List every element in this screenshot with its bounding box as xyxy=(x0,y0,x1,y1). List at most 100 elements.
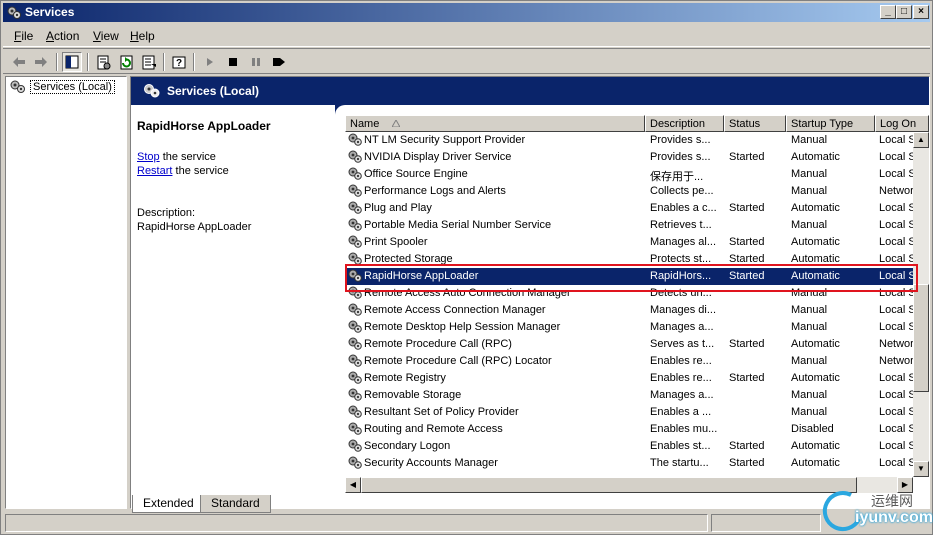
description-label: Description: xyxy=(137,207,196,219)
cell-description: Enables st... xyxy=(650,440,711,452)
services-window: Services _ □ × File Action View Help ? S… xyxy=(0,0,933,535)
scroll-left-icon: ◀ xyxy=(349,480,357,489)
vertical-scrollbar[interactable]: ▲ ▼ xyxy=(913,132,929,477)
view-tabs: Extended Standard xyxy=(130,495,430,513)
table-row[interactable]: Resultant Set of Policy Provider Enables … xyxy=(345,404,913,421)
stop-service-button[interactable] xyxy=(223,52,243,72)
tab-extended[interactable]: Extended xyxy=(132,495,205,513)
service-gear-icon xyxy=(348,218,362,234)
status-cell-secondary xyxy=(711,514,821,532)
table-row[interactable]: Print Spooler Manages al... Started Automat… xyxy=(345,234,913,251)
refresh-button[interactable] xyxy=(116,52,136,72)
service-gear-icon xyxy=(348,405,362,421)
export-list-button[interactable] xyxy=(139,52,159,72)
table-row[interactable]: Remote Procedure Call (RPC) Serves as t..… xyxy=(345,336,913,353)
table-row[interactable]: Remote Access Connection Manager Manages … xyxy=(345,302,913,319)
cell-description: Manages a... xyxy=(650,321,714,333)
cell-startup-type: Manual xyxy=(791,134,828,146)
column-header-name[interactable]: Name xyxy=(345,115,645,132)
show-hide-tree-button[interactable] xyxy=(62,52,82,72)
minimize-icon: _ xyxy=(885,6,891,17)
menu-view[interactable]: View xyxy=(93,29,119,43)
menu-file[interactable]: File xyxy=(14,29,33,43)
stop-service-link[interactable]: Stop xyxy=(137,151,160,163)
cell-description: Retrieves t... xyxy=(650,219,712,231)
cell-log-on: Local S xyxy=(879,134,913,146)
svg-text:?: ? xyxy=(176,58,182,69)
table-row[interactable]: Secondary Logon Enables st... Started Autom… xyxy=(345,438,913,455)
cell-startup-type: Manual xyxy=(791,168,828,180)
cell-log-on: Networ xyxy=(879,355,913,367)
scroll-left-button[interactable]: ◀ xyxy=(345,477,361,493)
services-gear-icon xyxy=(10,80,25,93)
tab-standard[interactable]: Standard xyxy=(200,495,271,513)
toolbar-separator xyxy=(87,53,89,71)
table-row[interactable]: Routing and Remote Access Enables mu... Di… xyxy=(345,421,913,438)
cell-log-on: Local S xyxy=(879,457,913,469)
cell-log-on: Local S xyxy=(879,440,913,452)
cell-startup-type: Disabled xyxy=(791,423,834,435)
status-cell-main xyxy=(5,514,708,532)
column-header-description[interactable]: Description xyxy=(645,115,724,132)
table-row[interactable]: Performance Logs and Alerts Collects pe..… xyxy=(345,183,913,200)
cell-startup-type: Manual xyxy=(791,355,828,367)
watermark-logo: 运维网 iyunv.com xyxy=(821,489,933,533)
forward-arrow-icon xyxy=(35,57,47,67)
cell-name: Portable Media Serial Number Service xyxy=(364,219,552,231)
horizontal-scroll-thumb[interactable] xyxy=(361,477,857,493)
cell-name: Routing and Remote Access xyxy=(364,423,503,435)
table-row[interactable]: Remote Procedure Call (RPC) Locator Enabl… xyxy=(345,353,913,370)
cell-name: Secondary Logon xyxy=(364,440,451,452)
title-bar[interactable]: Services _ □ × xyxy=(3,3,930,22)
cell-name: Remote Registry xyxy=(364,372,446,384)
menu-help[interactable]: Help xyxy=(130,29,155,43)
maximize-button[interactable]: □ xyxy=(896,5,912,19)
column-header-status[interactable]: Status xyxy=(724,115,786,132)
column-header-log-on[interactable]: Log On xyxy=(875,115,929,132)
scroll-up-button[interactable]: ▲ xyxy=(913,132,929,148)
menu-action[interactable]: Action xyxy=(46,29,79,43)
help-button[interactable]: ? xyxy=(169,52,189,72)
table-row[interactable]: Office Source Engine 保存用于... Manual Local S xyxy=(345,166,913,183)
tree-item-label: Services (Local) xyxy=(30,80,115,94)
toolbar-separator xyxy=(56,53,58,71)
cell-log-on: Local S xyxy=(879,372,913,384)
minimize-button[interactable]: _ xyxy=(880,5,896,19)
cell-description: Enables re... xyxy=(650,355,712,367)
service-gear-icon xyxy=(348,167,362,183)
table-row[interactable]: Portable Media Serial Number Service Retr… xyxy=(345,217,913,234)
cell-log-on: Local S xyxy=(879,389,913,401)
restart-service-link[interactable]: Restart xyxy=(137,165,172,177)
table-row[interactable]: NVIDIA Display Driver Service Provides s.… xyxy=(345,149,913,166)
table-row[interactable]: NT LM Security Support Provider Provides … xyxy=(345,132,913,149)
cell-startup-type: Manual xyxy=(791,185,828,197)
menu-action-rest: ction xyxy=(54,29,80,43)
service-gear-icon xyxy=(348,439,362,455)
properties-button[interactable] xyxy=(93,52,113,72)
table-row[interactable]: Remote Registry Enables re... Started Autom… xyxy=(345,370,913,387)
table-row[interactable]: Security Accounts Manager The startu... St… xyxy=(345,455,913,472)
sort-ascending-icon xyxy=(391,118,402,128)
tree-item-services-local[interactable]: Services (Local) xyxy=(10,80,115,94)
scroll-down-button[interactable]: ▼ xyxy=(913,461,929,477)
scroll-up-icon: ▲ xyxy=(917,135,925,144)
restart-service-button[interactable] xyxy=(269,52,289,72)
table-row[interactable]: Plug and Play Enables a c... Started Automa… xyxy=(345,200,913,217)
services-pane: Services (Local) RapidHorse AppLoader St… xyxy=(130,76,930,509)
start-service-button[interactable] xyxy=(200,52,220,72)
cell-log-on: Networ xyxy=(879,338,913,350)
vertical-scroll-thumb[interactable] xyxy=(913,284,929,392)
close-button[interactable]: × xyxy=(913,5,929,19)
table-row[interactable]: Removable Storage Manages a... Manual Local… xyxy=(345,387,913,404)
back-button[interactable] xyxy=(9,52,29,72)
service-gear-icon xyxy=(348,320,362,336)
table-row[interactable]: Remote Desktop Help Session Manager Manag… xyxy=(345,319,913,336)
column-header-startup-type[interactable]: Startup Type xyxy=(786,115,875,132)
forward-button[interactable] xyxy=(31,52,51,72)
cell-log-on: Local S xyxy=(879,168,913,180)
pause-service-button[interactable] xyxy=(246,52,266,72)
cell-name: Remote Access Connection Manager xyxy=(364,304,546,316)
cell-description: Enables a ... xyxy=(650,406,712,418)
service-gear-icon xyxy=(348,337,362,353)
cell-name: NVIDIA Display Driver Service xyxy=(364,151,512,163)
